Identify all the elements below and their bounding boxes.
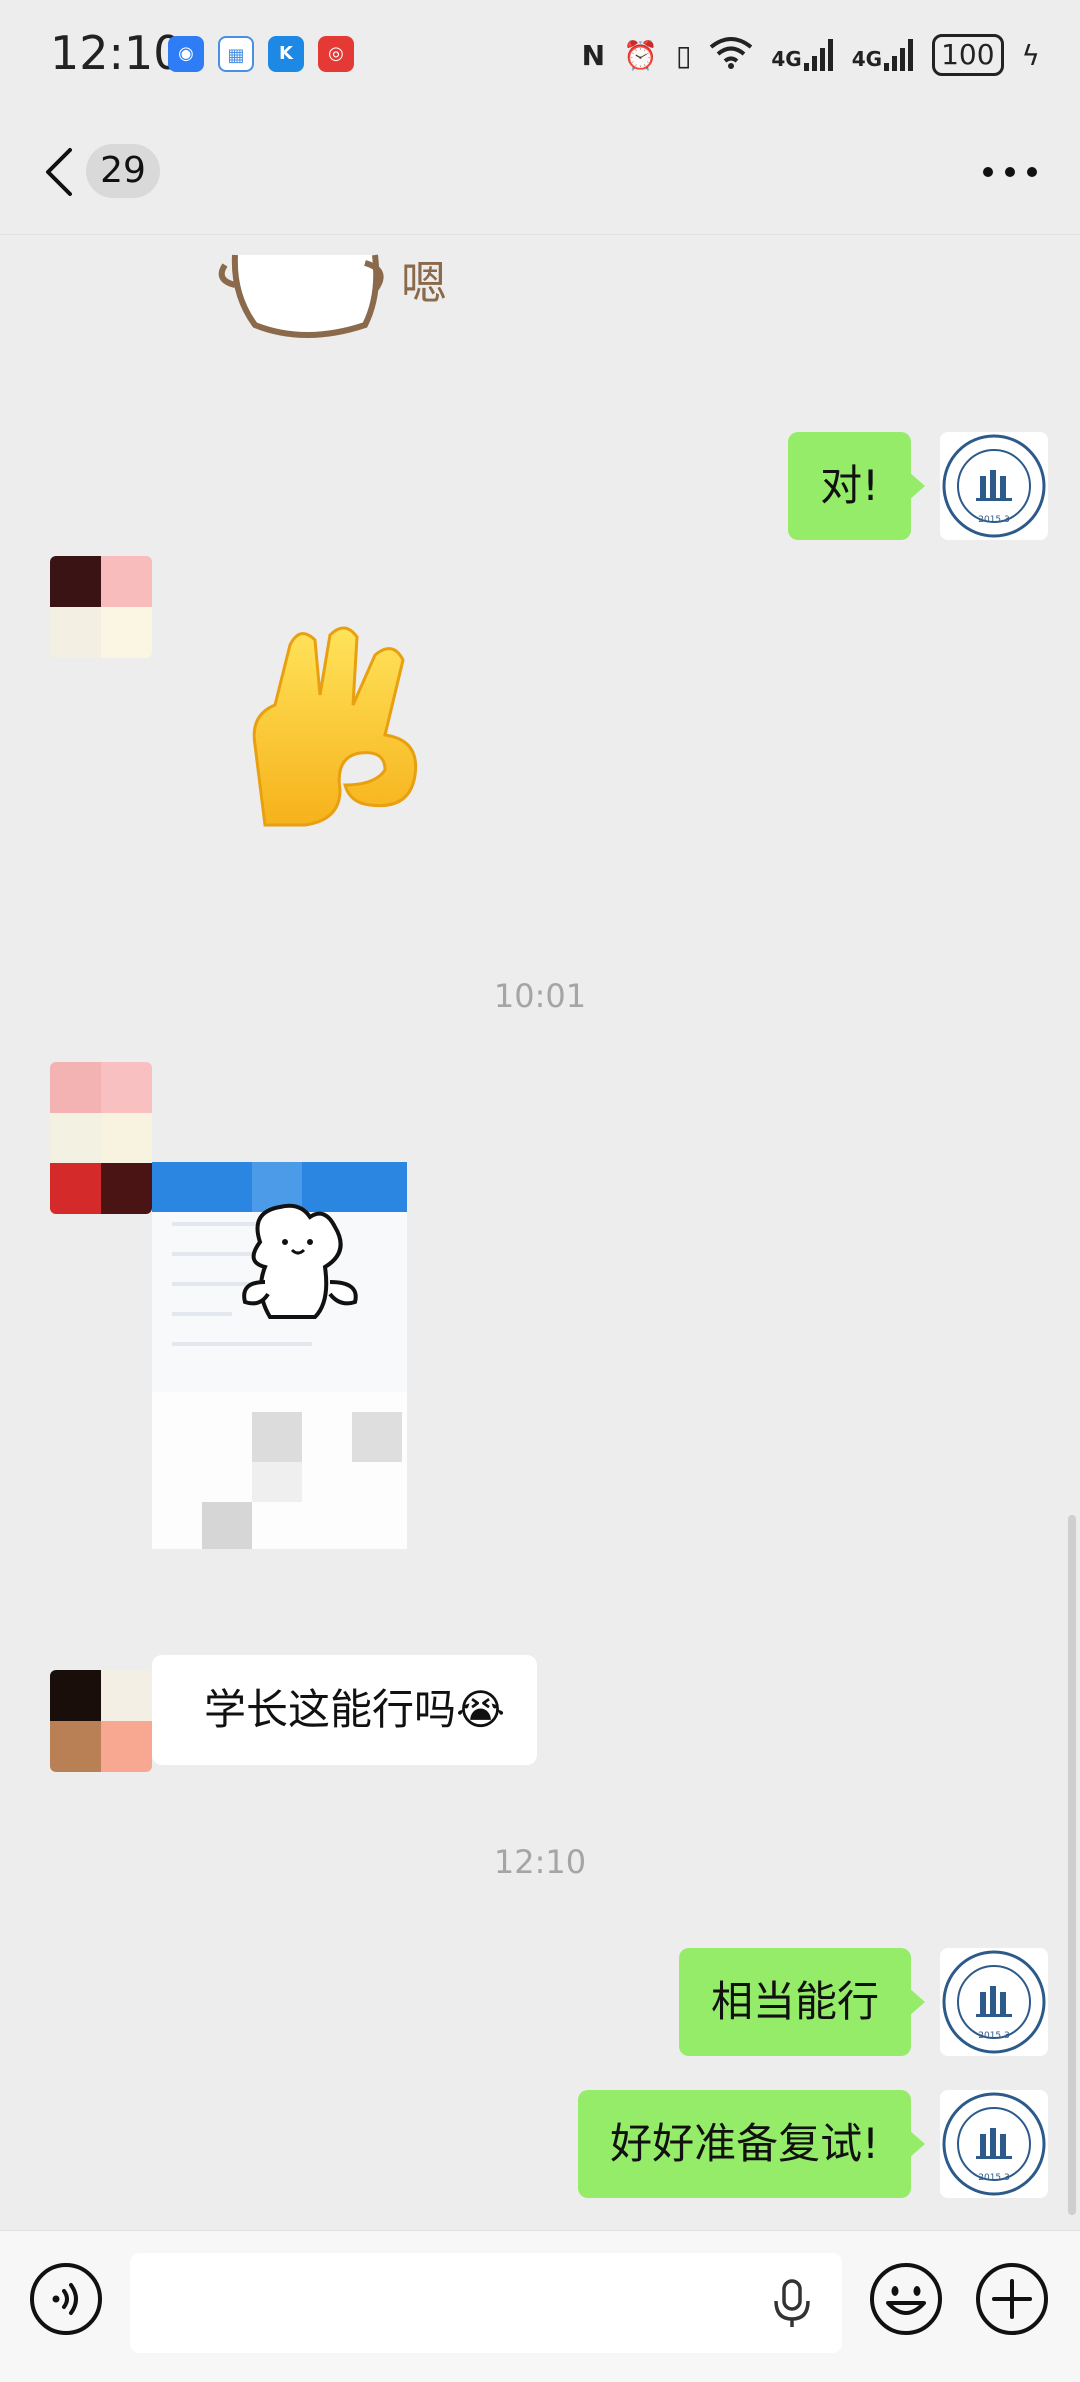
red-app-icon: ◎ xyxy=(318,36,354,72)
contact-message-bubble[interactable]: 学长这能行吗😭 xyxy=(152,1655,538,1765)
calendar-app-icon: ▦ xyxy=(218,36,254,72)
bear-sticker-icon xyxy=(242,1203,358,1319)
my-message-bubble[interactable]: 好好准备复试! xyxy=(578,2090,925,2198)
message-text: 好好准备复试! xyxy=(610,2119,879,2168)
ok-hand-sticker[interactable] xyxy=(235,625,425,835)
microphone-icon[interactable] xyxy=(770,2279,814,2329)
charging-icon: ϟ xyxy=(1021,38,1040,72)
more-options-icon[interactable] xyxy=(980,160,1040,184)
plus-icon[interactable] xyxy=(974,2261,1050,2337)
my-avatar[interactable]: 2015.3 xyxy=(940,432,1048,540)
timestamp: 12:10 xyxy=(493,1843,587,1881)
message-input-bar xyxy=(0,2230,1080,2382)
nfc-icon: N xyxy=(581,38,606,72)
school-seal-icon: 2015.3 xyxy=(942,434,1046,538)
sticker-caption: 嗯 xyxy=(401,256,447,310)
contact-avatar[interactable] xyxy=(50,556,152,658)
timestamp: 10:01 xyxy=(493,977,587,1015)
back-arrow-icon[interactable] xyxy=(40,146,80,198)
voice-mode-icon[interactable] xyxy=(28,2261,104,2337)
unread-count-badge[interactable]: 29 xyxy=(86,144,160,198)
contact-avatar[interactable] xyxy=(50,1062,152,1214)
seal-year: 2015.3 xyxy=(978,2173,1010,2183)
score-screenshot-image[interactable] xyxy=(152,1162,407,1549)
emoji-icon[interactable] xyxy=(868,2261,944,2337)
message-text: 对! xyxy=(820,461,879,510)
my-avatar[interactable]: 2015.3 xyxy=(940,1948,1048,2056)
cartoon-sticker[interactable]: 嗯 xyxy=(215,235,475,345)
contact-avatar[interactable] xyxy=(50,1670,152,1772)
seal-year: 2015.3 xyxy=(978,515,1010,525)
status-time: 12:10 xyxy=(50,26,183,80)
chat-scrollbar[interactable] xyxy=(1068,1515,1076,2215)
chat-message-list[interactable]: 嗯 对! 2015.3 10:01 学长这能行吗😭 12:10 相当能行 201… xyxy=(0,235,1080,2230)
alarm-icon: ⏰ xyxy=(623,38,658,72)
my-message-bubble[interactable]: 相当能行 xyxy=(678,1948,926,2056)
signal-4g-icon: 4G xyxy=(771,39,833,71)
signal-4g-icon: 4G xyxy=(852,39,914,71)
message-text: 学长这能行吗😭 xyxy=(204,1685,506,1734)
status-bar: 12:10 ◉ ▦ K ◎ N ⏰ ▯ 4G 4G 100 ϟ xyxy=(0,0,1080,110)
school-seal-icon: 2015.3 xyxy=(942,1950,1046,2054)
sim2-label: 4G xyxy=(851,47,883,71)
message-input-field[interactable] xyxy=(130,2253,842,2353)
sim1-label: 4G xyxy=(771,47,802,71)
my-avatar[interactable]: 2015.3 xyxy=(940,2090,1048,2198)
app-blue-icon: ◉ xyxy=(168,36,204,72)
school-seal-icon: 2015.3 xyxy=(942,2092,1046,2196)
battery-indicator: 100 xyxy=(932,34,1004,76)
wifi-icon xyxy=(709,35,753,76)
my-message-bubble[interactable]: 对! xyxy=(788,432,925,540)
chat-nav-bar: 29 xyxy=(0,110,1080,235)
message-text: 相当能行 xyxy=(710,1977,879,2026)
seal-year: 2015.3 xyxy=(978,2031,1010,2041)
k-app-icon: K xyxy=(268,36,304,72)
vibrate-icon: ▯ xyxy=(675,38,692,72)
status-indicators: N ⏰ ▯ 4G 4G 100 ϟ xyxy=(582,30,1040,80)
